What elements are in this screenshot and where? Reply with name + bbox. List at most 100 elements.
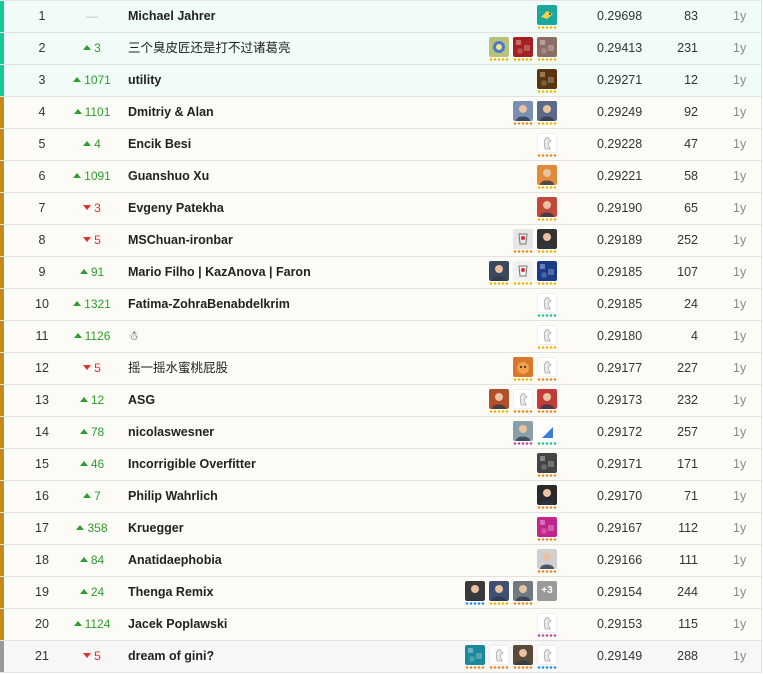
entries-cell: 171 [677, 457, 698, 471]
rank-cell: 11 [35, 329, 49, 343]
entries-cell: 83 [684, 9, 698, 23]
team-name-link[interactable]: Jacek Poplawski [128, 609, 227, 640]
member-avatar[interactable] [537, 485, 557, 509]
team-name-link[interactable]: Dmitriy & Alan [128, 97, 214, 128]
member-avatar[interactable] [513, 645, 533, 669]
member-avatar[interactable] [537, 517, 557, 541]
member-avatar[interactable] [513, 101, 533, 125]
team-name-link[interactable]: Fatima-ZohraBenabdelkrim [128, 289, 290, 320]
arrow-up-icon [73, 621, 82, 627]
member-avatar[interactable] [513, 261, 533, 285]
member-avatar[interactable] [537, 613, 557, 637]
tier-dots [489, 410, 509, 413]
tier-dots [513, 122, 533, 125]
rank-change: 358 [62, 513, 122, 544]
member-avatar[interactable] [537, 325, 557, 349]
team-name-link[interactable]: utility [128, 65, 161, 96]
team-name-link[interactable]: 摇一摇水蜜桃屁股 [128, 353, 228, 384]
member-avatar[interactable] [537, 645, 557, 669]
rank-change-value: 7 [94, 489, 101, 503]
team-name-link[interactable]: Mario Filho | KazAnova | Faron [128, 257, 311, 288]
member-avatar[interactable] [537, 357, 557, 381]
team-name-link[interactable]: Encik Besi [128, 129, 191, 160]
member-avatar[interactable] [513, 581, 533, 605]
member-avatar[interactable] [537, 261, 557, 285]
rank-change-value: 1124 [84, 617, 111, 631]
team-name-link[interactable]: Michael Jahrer [128, 1, 216, 32]
table-row[interactable]: 7 3 Evgeny Patekha 0.29190 65 1y [0, 193, 761, 225]
table-row[interactable]: 6 1091 Guanshuo Xu 0.29221 58 1y [0, 161, 761, 193]
table-row[interactable]: 18 84 Anatidaephobia 0.29166 111 1y [0, 545, 761, 577]
table-row[interactable]: 12 5 摇一摇水蜜桃屁股 0.29177 227 1y [0, 353, 761, 385]
team-name-link[interactable]: MSChuan-ironbar [128, 225, 233, 256]
table-row[interactable]: 8 5 MSChuan-ironbar 0.29189 252 1y [0, 225, 761, 257]
team-name-link[interactable]: Evgeny Patekha [128, 193, 224, 224]
member-avatar[interactable] [489, 645, 509, 669]
team-name-link[interactable]: nicolaswesner [128, 417, 214, 448]
score-cell: 0.29413 [597, 41, 643, 55]
table-row[interactable]: 21 5 dream of gini? 0.29149 288 1y [0, 641, 761, 673]
medal-band [0, 193, 4, 224]
table-row[interactable]: 14 78 nicolaswesner 0.29172 257 1y [0, 417, 761, 449]
table-row[interactable]: 5 4 Encik Besi 0.29228 47 1y [0, 129, 761, 161]
team-name-link[interactable]: Thenga Remix [128, 577, 213, 608]
table-row[interactable]: 3 1071 utility 0.29271 12 1y [0, 65, 761, 97]
member-avatar[interactable] [537, 293, 557, 317]
member-avatar[interactable] [513, 229, 533, 253]
member-avatar[interactable] [513, 37, 533, 61]
table-row[interactable]: 13 12 ASG 0.29173 232 1y [0, 385, 761, 417]
table-row[interactable]: 20 1124 Jacek Poplawski 0.29153 115 1y [0, 609, 761, 641]
table-row[interactable]: 11 1126 ☃ 0.29180 4 1y [0, 321, 761, 353]
member-avatar[interactable] [537, 197, 557, 221]
member-avatar[interactable] [537, 133, 557, 157]
team-name-link[interactable]: 三个臭皮匠还是打不过诸葛亮 [128, 33, 291, 64]
rank-change: 4 [62, 129, 122, 160]
member-avatar[interactable] [537, 421, 557, 445]
member-avatar[interactable] [489, 37, 509, 61]
team-name-link[interactable]: Kruegger [128, 513, 184, 544]
score-cell: 0.29180 [597, 329, 643, 343]
team-name-link[interactable]: Anatidaephobia [128, 545, 222, 576]
table-row[interactable]: 1 — Michael Jahrer 0.29698 83 1y [0, 1, 761, 33]
member-avatar[interactable] [537, 101, 557, 125]
team-name-link[interactable]: ASG [128, 385, 155, 416]
member-avatar[interactable] [537, 37, 557, 61]
member-avatar[interactable] [513, 357, 533, 381]
more-members-badge[interactable]: +3 [537, 581, 557, 601]
table-row[interactable]: 15 46 Incorrigible Overfitter 0.29171 171 1y [0, 449, 761, 481]
table-row[interactable]: 17 358 Kruegger 0.29167 112 1y [0, 513, 761, 545]
table-row[interactable]: 2 3 三个臭皮匠还是打不过诸葛亮 0.29413 231 1y [0, 33, 761, 65]
table-row[interactable]: 19 24 Thenga Remix +3 0.29154 244 1y [0, 577, 761, 609]
member-avatar[interactable] [465, 581, 485, 605]
tier-dots [537, 634, 557, 637]
team-name-link[interactable]: Philip Wahrlich [128, 481, 218, 512]
member-avatar[interactable] [513, 389, 533, 413]
team-members [537, 453, 557, 477]
member-avatar[interactable] [537, 549, 557, 573]
member-avatar[interactable] [537, 165, 557, 189]
table-row[interactable]: 16 7 Philip Wahrlich 0.29170 71 1y [0, 481, 761, 513]
member-avatar[interactable] [537, 5, 557, 29]
rank-change: 5 [62, 353, 122, 384]
member-avatar[interactable] [537, 453, 557, 477]
member-avatar[interactable] [537, 389, 557, 413]
entries-cell: 232 [677, 393, 698, 407]
rank-change-value: 1091 [84, 169, 111, 183]
table-row[interactable]: 4 1101 Dmitriy & Alan 0.29249 92 1y [0, 97, 761, 129]
table-row[interactable]: 9 91 Mario Filho | KazAnova | Faron 0.29185… [0, 257, 761, 289]
member-avatar[interactable] [489, 389, 509, 413]
cat-avatar-icon [513, 357, 533, 377]
team-name-link[interactable]: ☃ [128, 321, 139, 352]
team-name-link[interactable]: dream of gini? [128, 641, 214, 672]
member-avatar[interactable] [513, 421, 533, 445]
member-avatar[interactable] [489, 581, 509, 605]
rank-change-value: 1126 [84, 329, 111, 343]
member-avatar[interactable] [537, 229, 557, 253]
team-name-link[interactable]: Incorrigible Overfitter [128, 449, 256, 480]
member-avatar[interactable] [465, 645, 485, 669]
member-avatar[interactable] [537, 69, 557, 93]
member-avatar[interactable] [489, 261, 509, 285]
team-name-link[interactable]: Guanshuo Xu [128, 161, 209, 192]
arrow-up-icon [79, 461, 88, 467]
table-row[interactable]: 10 1321 Fatima-ZohraBenabdelkrim 0.29185 24 1… [0, 289, 761, 321]
